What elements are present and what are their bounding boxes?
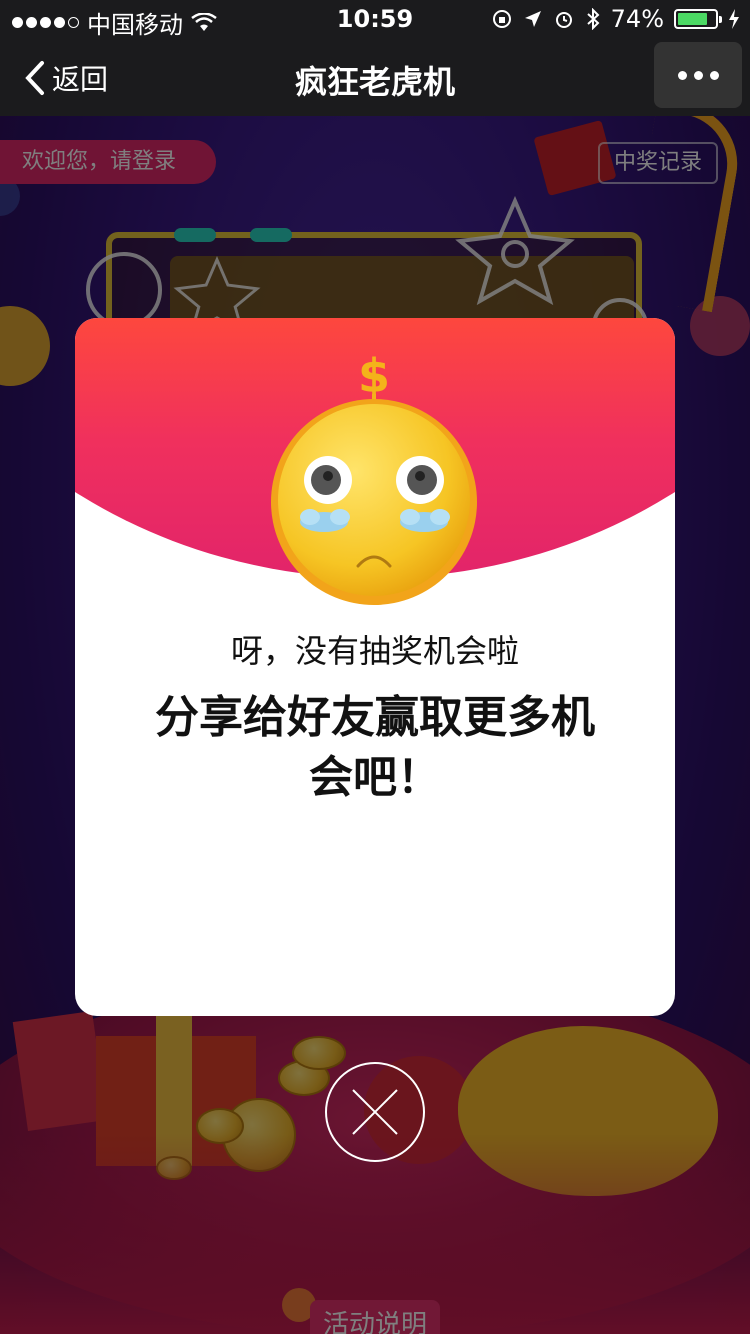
location-icon bbox=[524, 11, 541, 27]
more-button[interactable] bbox=[654, 42, 742, 108]
crying-face-icon: $ bbox=[270, 349, 480, 608]
battery-percent: 74% bbox=[610, 5, 664, 33]
nav-bar: 返回 疯狂老虎机 bbox=[0, 38, 750, 116]
battery-icon bbox=[674, 9, 722, 29]
charging-icon bbox=[729, 9, 739, 29]
more-icon bbox=[677, 70, 687, 80]
dialog-message: 分享给好友赢取更多机会吧！ bbox=[155, 692, 595, 803]
status-right: 74% bbox=[491, 5, 740, 33]
close-icon bbox=[352, 1089, 398, 1135]
alarm-icon bbox=[555, 12, 572, 28]
dialog-subtitle: 呀，没有抽奖机会啦 bbox=[230, 632, 519, 670]
status-bar: 中国移动 10:59 74% bbox=[0, 0, 750, 39]
rotation-lock-icon bbox=[492, 10, 511, 28]
close-button[interactable] bbox=[325, 1062, 425, 1162]
page-title: 疯狂老虎机 bbox=[294, 63, 455, 101]
bluetooth-icon bbox=[586, 8, 600, 30]
